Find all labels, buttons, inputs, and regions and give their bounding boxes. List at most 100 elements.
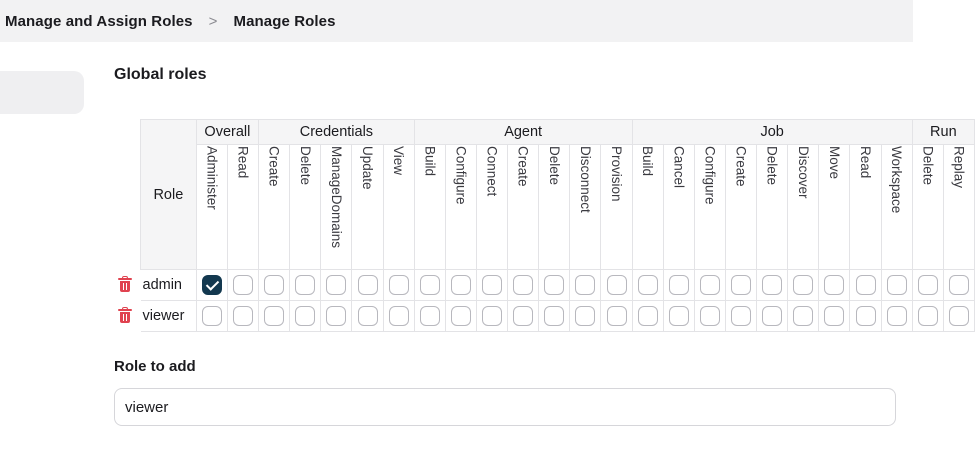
permission-checkbox-administer[interactable] <box>201 275 222 295</box>
permission-cell <box>631 269 664 301</box>
permission-checkbox-create[interactable] <box>513 306 534 326</box>
permission-checkbox-workspace[interactable] <box>886 306 907 326</box>
permission-checkbox-create[interactable] <box>513 275 534 295</box>
permission-checkbox-provision[interactable] <box>606 306 627 326</box>
permission-checkbox-cancel[interactable] <box>668 306 689 326</box>
global-roles-table: Role Overall Credentials Agent Job Run Admin… <box>140 119 975 332</box>
permission-checkbox-configure[interactable] <box>450 306 471 326</box>
permission-checkbox-replay[interactable] <box>948 275 969 295</box>
permission-checkbox-connect[interactable] <box>482 306 503 326</box>
permission-checkbox-delete[interactable] <box>762 306 783 326</box>
permission-group-job: Job <box>631 119 913 145</box>
permission-checkbox-build[interactable] <box>419 306 440 326</box>
permission-checkbox-move[interactable] <box>824 306 845 326</box>
permission-header: Administer <box>195 144 228 270</box>
permission-checkbox-replay[interactable] <box>948 306 969 326</box>
permission-checkbox-disconnect[interactable] <box>575 306 596 326</box>
section-title-global-roles: Global roles <box>114 66 207 83</box>
permission-checkbox-update[interactable] <box>357 306 378 326</box>
permission-checkbox-read[interactable] <box>232 275 253 295</box>
breadcrumb-item-manage-roles[interactable]: Manage Roles <box>234 13 336 30</box>
permission-checkbox-managedomains[interactable] <box>326 275 347 295</box>
permission-label: Update <box>360 146 376 190</box>
permission-cell <box>320 300 353 332</box>
roles-grid-container[interactable]: Role Overall Credentials Agent Job Run Admin… <box>140 119 975 332</box>
permission-checkbox-delete[interactable] <box>917 306 938 326</box>
permission-checkbox-configure[interactable] <box>450 275 471 295</box>
role-name: admin <box>140 269 197 301</box>
permission-checkbox-view[interactable] <box>388 275 409 295</box>
permission-cell <box>195 300 228 332</box>
permission-label: Connect <box>484 146 500 197</box>
permission-label: Configure <box>453 146 469 205</box>
permission-checkbox-delete[interactable] <box>917 275 938 295</box>
permission-cell <box>538 300 571 332</box>
permission-checkbox-managedomains[interactable] <box>326 306 347 326</box>
permission-cell <box>756 269 789 301</box>
permission-header: Disconnect <box>569 144 602 270</box>
permission-group-overall: Overall <box>195 119 260 145</box>
permission-checkbox-connect[interactable] <box>482 275 503 295</box>
permission-header: Build <box>631 144 664 270</box>
permission-checkbox-delete[interactable] <box>544 275 565 295</box>
permission-checkbox-create[interactable] <box>264 306 285 326</box>
permission-checkbox-configure[interactable] <box>699 306 720 326</box>
permission-label: Disconnect <box>577 146 593 213</box>
permission-label: Delete <box>546 146 562 186</box>
permission-cell <box>507 300 540 332</box>
breadcrumb: Manage and Assign Roles > Manage Roles <box>0 0 913 42</box>
permission-checkbox-cancel[interactable] <box>668 275 689 295</box>
permission-label: Cancel <box>671 146 687 189</box>
permission-checkbox-build[interactable] <box>637 306 658 326</box>
permission-label: Read <box>235 146 251 179</box>
permission-checkbox-move[interactable] <box>824 275 845 295</box>
permission-checkbox-build[interactable] <box>419 275 440 295</box>
role-to-add-input[interactable] <box>114 388 896 426</box>
permission-checkbox-create[interactable] <box>731 275 752 295</box>
permission-cell <box>942 269 975 301</box>
permission-checkbox-administer[interactable] <box>201 306 222 326</box>
permission-checkbox-read[interactable] <box>232 306 253 326</box>
permission-group-run: Run <box>911 119 975 145</box>
permission-checkbox-delete[interactable] <box>544 306 565 326</box>
delete-role-icon[interactable] <box>118 276 132 293</box>
permission-checkbox-delete[interactable] <box>762 275 783 295</box>
permission-checkbox-delete[interactable] <box>295 275 316 295</box>
permission-header: Update <box>351 144 384 270</box>
permission-label: View <box>391 146 407 176</box>
permission-cell <box>818 300 851 332</box>
permission-checkbox-discover[interactable] <box>793 275 814 295</box>
permission-cell <box>226 300 260 332</box>
permission-cell <box>351 269 384 301</box>
permission-checkbox-configure[interactable] <box>699 275 720 295</box>
permission-checkbox-create[interactable] <box>731 306 752 326</box>
sidebar-panel <box>0 71 84 114</box>
permission-checkbox-provision[interactable] <box>606 275 627 295</box>
permission-checkbox-discover[interactable] <box>793 306 814 326</box>
role-row-admin: admin <box>140 269 975 301</box>
permission-cell <box>444 269 477 301</box>
permission-header: ManageDomains <box>320 144 353 270</box>
permission-label: Delete <box>764 146 780 186</box>
permission-checkbox-update[interactable] <box>357 275 378 295</box>
breadcrumb-item-manage-and-assign-roles[interactable]: Manage and Assign Roles <box>5 13 193 30</box>
permission-label: Build <box>640 146 656 177</box>
permission-label: Delete <box>297 146 313 186</box>
permission-checkbox-workspace[interactable] <box>886 275 907 295</box>
permission-checkbox-build[interactable] <box>637 275 658 295</box>
permission-header: Build <box>413 144 446 270</box>
permission-checkbox-create[interactable] <box>264 275 285 295</box>
permission-checkbox-view[interactable] <box>388 306 409 326</box>
permission-header: Replay <box>942 144 975 270</box>
permission-label: Build <box>422 146 438 177</box>
delete-role-icon[interactable] <box>118 307 132 324</box>
permission-header: Configure <box>693 144 726 270</box>
breadcrumb-separator: > <box>208 12 218 30</box>
permission-checkbox-read[interactable] <box>855 275 876 295</box>
permission-checkbox-delete[interactable] <box>295 306 316 326</box>
permission-checkbox-disconnect[interactable] <box>575 275 596 295</box>
permission-checkbox-read[interactable] <box>855 306 876 326</box>
permission-header: Connect <box>475 144 509 270</box>
permission-label: Read <box>858 146 874 179</box>
permission-cell <box>724 269 758 301</box>
